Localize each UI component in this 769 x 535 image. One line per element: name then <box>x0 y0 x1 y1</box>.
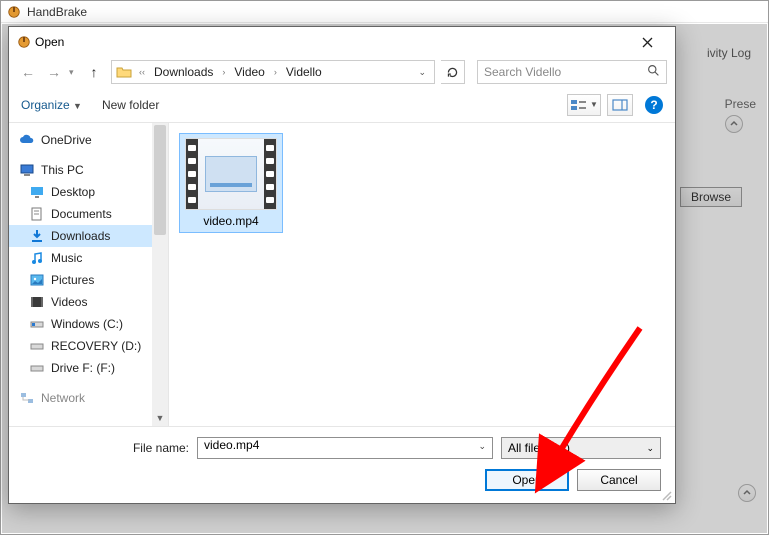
tree-pictures[interactable]: Pictures <box>9 269 168 291</box>
documents-icon <box>29 206 45 222</box>
drive-icon <box>29 338 45 354</box>
dialog-titlebar: Open <box>9 27 675 57</box>
tree-network[interactable]: Network <box>9 387 168 409</box>
tree-desktop[interactable]: Desktop <box>9 181 168 203</box>
pictures-icon <box>29 272 45 288</box>
open-file-dialog: Open ← → ▾ ↑ ‹‹ Downloads › Video › Vide… <box>8 26 676 504</box>
up-button[interactable]: ↑ <box>83 61 105 83</box>
view-mode-button[interactable]: ▼ <box>567 94 601 116</box>
tree-downloads[interactable]: Downloads <box>9 225 168 247</box>
chevron-icon: › <box>219 67 228 77</box>
resize-grip[interactable] <box>660 488 672 500</box>
file-label: video.mp4 <box>203 214 258 228</box>
close-button[interactable] <box>627 28 667 56</box>
cloud-icon <box>19 132 35 148</box>
organize-menu[interactable]: Organize ▼ <box>21 98 82 112</box>
tree-cdrive[interactable]: Windows (C:) <box>9 313 168 335</box>
drive-icon <box>29 360 45 376</box>
file-item-video[interactable]: video.mp4 <box>179 133 283 233</box>
crumb-video[interactable]: Video <box>232 65 266 79</box>
downloads-icon <box>29 228 45 244</box>
scroll-down-icon[interactable]: ▼ <box>152 410 168 426</box>
pc-icon <box>19 162 35 178</box>
filename-input[interactable]: video.mp4 ⌄ <box>197 437 493 459</box>
videos-icon <box>29 294 45 310</box>
open-button[interactable]: Open <box>485 469 569 491</box>
drive-icon <box>29 316 45 332</box>
back-button[interactable]: ← <box>17 61 39 83</box>
desktop-icon <box>29 184 45 200</box>
preview-pane-button[interactable] <box>607 94 633 116</box>
tree-fdrive[interactable]: Drive F: (F:) <box>9 357 168 379</box>
forward-button[interactable]: → <box>43 61 65 83</box>
music-icon <box>29 250 45 266</box>
crumb-vidello[interactable]: Vidello <box>284 65 324 79</box>
chevron-down-icon: ⌄ <box>646 443 654 454</box>
search-placeholder: Search Vidello <box>484 65 561 79</box>
tree-music[interactable]: Music <box>9 247 168 269</box>
tree-documents[interactable]: Documents <box>9 203 168 225</box>
dialog-footer: File name: video.mp4 ⌄ All files (*.*) ⌄… <box>9 426 675 503</box>
cancel-button[interactable]: Cancel <box>577 469 661 491</box>
tree-onedrive[interactable]: OneDrive <box>9 129 168 151</box>
tree-thispc[interactable]: This PC <box>9 159 168 181</box>
filename-dropdown-icon[interactable]: ⌄ <box>478 441 486 452</box>
address-dropdown[interactable]: ⌄ <box>414 67 430 78</box>
search-input[interactable]: Search Vidello <box>477 60 667 84</box>
chevron-icon[interactable]: ‹‹ <box>136 67 148 77</box>
handbrake-icon <box>7 5 21 19</box>
help-button[interactable]: ? <box>645 96 663 114</box>
nav-bar: ← → ▾ ↑ ‹‹ Downloads › Video › Vidello ⌄… <box>9 57 675 87</box>
filename-label: File name: <box>23 441 189 455</box>
navigation-tree[interactable]: OneDrive This PC Desktop Documents Downl… <box>9 123 169 426</box>
filetype-filter[interactable]: All files (*.*) ⌄ <box>501 437 661 459</box>
tree-videos[interactable]: Videos <box>9 291 168 313</box>
tree-ddrive[interactable]: RECOVERY (D:) <box>9 335 168 357</box>
dialog-icon <box>17 35 31 49</box>
address-bar[interactable]: ‹‹ Downloads › Video › Vidello ⌄ <box>111 60 435 84</box>
handbrake-title: HandBrake <box>27 5 87 19</box>
file-thumbnail <box>185 138 277 210</box>
tree-scrollbar[interactable]: ▲ ▼ <box>152 123 168 426</box>
chevron-icon: › <box>271 67 280 77</box>
history-dropdown[interactable]: ▾ <box>69 67 79 78</box>
new-folder-button[interactable]: New folder <box>102 98 159 112</box>
handbrake-titlebar: HandBrake <box>1 1 768 23</box>
network-icon <box>19 390 35 406</box>
dialog-title: Open <box>35 35 64 49</box>
crumb-downloads[interactable]: Downloads <box>152 65 215 79</box>
file-list-pane[interactable]: video.mp4 <box>169 123 675 426</box>
search-icon <box>647 64 660 80</box>
scroll-thumb[interactable] <box>154 125 166 235</box>
folder-icon <box>116 64 132 80</box>
refresh-button[interactable] <box>441 60 465 84</box>
command-bar: Organize ▼ New folder ▼ ? <box>9 87 675 123</box>
